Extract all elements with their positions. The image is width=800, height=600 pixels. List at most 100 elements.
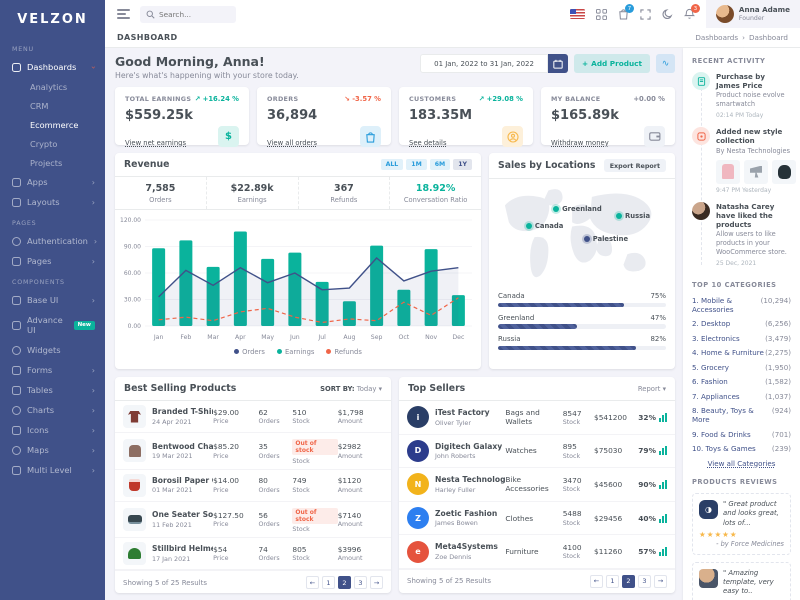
view-all-categories-link[interactable]: View all Categories bbox=[692, 459, 791, 468]
activity-item[interactable]: Natasha Carey have liked the products Al… bbox=[692, 202, 791, 275]
fullscreen-button[interactable] bbox=[640, 9, 651, 20]
view-net-earnings-link[interactable]: View net earnings bbox=[125, 139, 186, 147]
sidebar-item-maps[interactable]: Maps› bbox=[0, 440, 105, 460]
sort-by-dropdown[interactable]: SORT BY: Today ▾ bbox=[320, 385, 382, 393]
svg-text:Feb: Feb bbox=[180, 334, 191, 341]
table-row[interactable]: D Digitech GalaxyJohn Roberts Watches 89… bbox=[399, 435, 675, 469]
page-prev[interactable]: ← bbox=[590, 575, 603, 588]
map-marker-greenland[interactable]: Greenland bbox=[553, 205, 602, 213]
shop-panel-button[interactable]: ∿ bbox=[656, 54, 675, 73]
report-dropdown[interactable]: Report ▾ bbox=[638, 385, 666, 393]
sidebar-item-icons[interactable]: Icons› bbox=[0, 420, 105, 440]
activity-item[interactable]: Added new style collection By Nesta Tech… bbox=[692, 127, 791, 201]
map-marker-russia[interactable]: Russia bbox=[616, 212, 650, 220]
page-2[interactable]: 2 bbox=[622, 575, 635, 588]
sidebar-item-widgets[interactable]: Widgets bbox=[0, 340, 105, 360]
range-1y-button[interactable]: 1Y bbox=[453, 159, 472, 170]
svg-text:30.00: 30.00 bbox=[124, 297, 141, 304]
sidebar-item-tables[interactable]: Tables› bbox=[0, 380, 105, 400]
sidebar-item-apps[interactable]: Apps› bbox=[0, 172, 105, 192]
sidebar-item-crypto[interactable]: Crypto bbox=[0, 134, 105, 153]
sidebar-item-pages[interactable]: Pages› bbox=[0, 251, 105, 271]
page-3[interactable]: 3 bbox=[354, 576, 367, 589]
apps-icon bbox=[12, 178, 21, 187]
pagination: ← 1 2 3 → bbox=[306, 576, 383, 589]
best-selling-title: Best Selling Products bbox=[124, 383, 236, 394]
product-review-card[interactable]: ◑ " Great product and looks great, lots … bbox=[692, 493, 791, 555]
table-row[interactable]: Branded T-Shirts24 Apr 2021 $29.00Price … bbox=[115, 401, 391, 433]
widgets-icon bbox=[12, 346, 21, 355]
svg-text:Jul: Jul bbox=[317, 334, 326, 341]
date-range-input[interactable]: 01 Jan, 2022 to 31 Jan, 2022 bbox=[420, 54, 548, 73]
user-circle-icon bbox=[502, 126, 523, 147]
product-review-card[interactable]: " Amazing template, very easy to.. ★★★★☆… bbox=[692, 562, 791, 600]
range-6m-button[interactable]: 6M bbox=[430, 159, 450, 170]
hamburger-menu-button[interactable] bbox=[117, 7, 130, 21]
svg-text:Jan: Jan bbox=[153, 334, 164, 341]
withdraw-money-link[interactable]: Withdraw money bbox=[551, 139, 609, 147]
page-next[interactable]: → bbox=[654, 575, 667, 588]
search-box[interactable] bbox=[140, 6, 236, 23]
breadcrumb-dashboards[interactable]: Dashboards bbox=[695, 33, 738, 42]
sidebar-item-projects[interactable]: Projects bbox=[0, 153, 105, 172]
notifications-button[interactable]: 3 bbox=[684, 8, 695, 20]
table-row[interactable]: Borosil Paper Cup01 Mar 2021 $14.00Price… bbox=[115, 470, 391, 502]
wallet-icon bbox=[644, 126, 665, 147]
sidebar-item-multi-level[interactable]: Multi Level› bbox=[0, 460, 105, 480]
sidebar-item-layouts[interactable]: Layouts› bbox=[0, 192, 105, 212]
legend-orders[interactable]: Orders bbox=[234, 348, 265, 356]
view-all-orders-link[interactable]: View all orders bbox=[267, 139, 317, 147]
language-flag-button[interactable] bbox=[570, 9, 585, 19]
page-1[interactable]: 1 bbox=[322, 576, 335, 589]
table-row[interactable]: i iTest FactoryOliver Tyler Bags and Wal… bbox=[399, 401, 675, 435]
sidebar-item-advance-ui[interactable]: Advance UI New bbox=[0, 310, 105, 340]
sidebar-item-base-ui[interactable]: Base UI› bbox=[0, 290, 105, 310]
map-shapes bbox=[497, 182, 667, 288]
dark-mode-button[interactable] bbox=[662, 9, 673, 20]
legend-refunds[interactable]: Refunds bbox=[326, 348, 361, 356]
app-logo[interactable]: VELZON bbox=[0, 0, 105, 38]
user-menu[interactable]: Anna Adame Founder bbox=[706, 0, 800, 28]
sidebar-item-crm[interactable]: CRM bbox=[0, 96, 105, 115]
locations-title: Sales by Locations bbox=[498, 160, 595, 171]
fullscreen-icon bbox=[640, 9, 651, 20]
page-next[interactable]: → bbox=[370, 576, 383, 589]
new-badge: New bbox=[74, 321, 95, 330]
sidebar-item-analytics[interactable]: Analytics bbox=[0, 77, 105, 96]
range-1m-button[interactable]: 1M bbox=[406, 159, 426, 170]
export-report-button[interactable]: Export Report bbox=[604, 159, 666, 172]
reviewer-logo: ◑ bbox=[699, 500, 718, 519]
page-1[interactable]: 1 bbox=[606, 575, 619, 588]
base-ui-icon bbox=[12, 296, 21, 305]
table-row[interactable]: One Seater Sofa11 Feb 2021 $127.50Price … bbox=[115, 502, 391, 539]
map-marker-canada[interactable]: Canada bbox=[526, 222, 563, 230]
map-marker-palestine[interactable]: Palestine bbox=[584, 235, 628, 243]
sidebar-item-ecommerce[interactable]: Ecommerce bbox=[0, 115, 105, 134]
table-row[interactable]: N Nesta TechnologiesHarley Fuller Bike A… bbox=[399, 468, 675, 502]
see-details-link[interactable]: See details bbox=[409, 139, 446, 147]
cart-button[interactable]: 7 bbox=[618, 8, 629, 20]
world-map[interactable]: Greenland Canada Russia Palestine bbox=[497, 182, 667, 288]
add-product-button[interactable]: + Add Product bbox=[574, 54, 650, 73]
change-badge: +0.00 % bbox=[633, 95, 665, 103]
page-2[interactable]: 2 bbox=[338, 576, 351, 589]
table-row[interactable]: Stillbird Helmet17 Jan 2021 $54Price 74O… bbox=[115, 538, 391, 570]
legend-earnings[interactable]: Earnings bbox=[277, 348, 315, 356]
range-all-button[interactable]: ALL bbox=[381, 159, 404, 170]
calendar-button[interactable] bbox=[548, 54, 568, 73]
page-prev[interactable]: ← bbox=[306, 576, 319, 589]
search-input[interactable] bbox=[159, 10, 229, 19]
sidebar-item-authentication[interactable]: Authentication› bbox=[0, 231, 105, 251]
sidebar-item-dashboards[interactable]: Dashboards › bbox=[0, 57, 105, 77]
apps-grid-button[interactable] bbox=[596, 9, 607, 20]
table-row[interactable]: Bentwood Chair19 Mar 2021 $85.20Price 35… bbox=[115, 433, 391, 470]
sidebar-item-charts[interactable]: Charts› bbox=[0, 400, 105, 420]
page-3[interactable]: 3 bbox=[638, 575, 651, 588]
table-row[interactable]: Z Zoetic FashionJames Bowen Clothes 5488… bbox=[399, 502, 675, 536]
activity-item[interactable]: Purchase by James Price Product noise ev… bbox=[692, 72, 791, 127]
recent-activity-title: RECENT ACTIVITY bbox=[692, 57, 791, 65]
grid-icon bbox=[596, 9, 607, 20]
table-row[interactable]: e Meta4SystemsZoe Dennis Furniture 4100S… bbox=[399, 535, 675, 569]
moon-icon bbox=[662, 9, 673, 20]
sidebar-item-forms[interactable]: Forms› bbox=[0, 360, 105, 380]
